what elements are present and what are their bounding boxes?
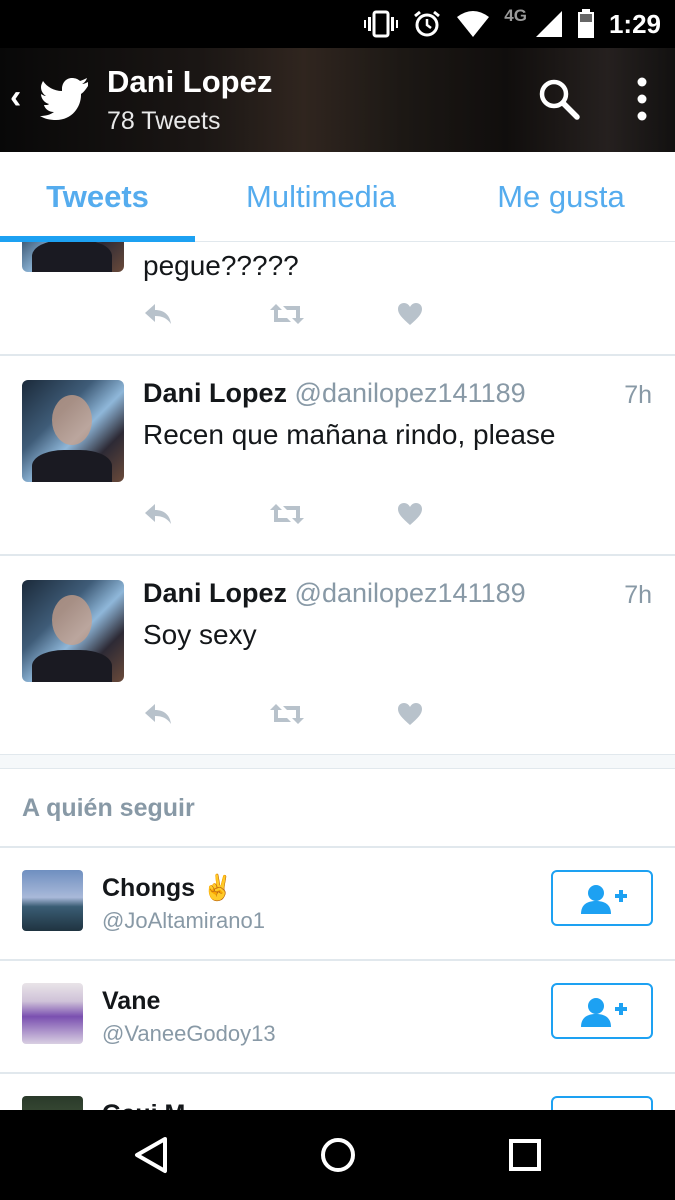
- status-bar: 4G 1:29: [0, 0, 675, 48]
- follow-button[interactable]: [551, 870, 653, 926]
- wifi-icon: [457, 11, 490, 37]
- avatar[interactable]: [22, 870, 83, 931]
- tweet-text: Soy sexy: [143, 619, 257, 650]
- reply-icon[interactable]: [143, 502, 173, 526]
- tweet-count: 78 Tweets: [107, 107, 221, 135]
- retweet-icon[interactable]: [269, 302, 305, 326]
- system-nav-bar: [0, 1110, 675, 1200]
- tweet-header: Dani Lopez @danilopez141189: [143, 578, 526, 609]
- retweet-icon[interactable]: [269, 702, 305, 726]
- vibrate-icon: [364, 10, 399, 38]
- follow-suggestion[interactable]: Chongs ✌ @JoAltamirano1: [0, 846, 675, 959]
- tweet-header: Dani Lopez @danilopez141189: [143, 378, 526, 409]
- tweet-time: 7h: [624, 381, 652, 409]
- tweet[interactable]: pegue?????: [0, 242, 675, 356]
- reply-icon[interactable]: [143, 702, 173, 726]
- follow-suggestion[interactable]: Gaui M: [0, 1072, 675, 1110]
- tweet-author-handle[interactable]: @danilopez141189: [295, 578, 526, 608]
- clock: 1:29: [608, 8, 661, 39]
- tweet-author-handle[interactable]: @danilopez141189: [295, 378, 526, 408]
- tweet-author-name[interactable]: Dani Lopez: [143, 378, 287, 408]
- tweet-author-name[interactable]: Dani Lopez: [143, 578, 287, 608]
- profile-header: ‹ Dani Lopez 78 Tweets: [0, 48, 675, 152]
- follow-button[interactable]: [551, 1096, 653, 1110]
- tab-me-gusta[interactable]: Me gusta: [447, 152, 675, 242]
- suggestion-handle[interactable]: @VaneeGodoy13: [102, 1021, 276, 1047]
- tab-tweets[interactable]: Tweets: [0, 152, 195, 242]
- twitter-bird-icon[interactable]: [40, 74, 90, 120]
- suggestion-handle[interactable]: @JoAltamirano1: [102, 908, 265, 934]
- tweet-actions: [143, 502, 443, 532]
- profile-name: Dani Lopez: [107, 64, 273, 99]
- tweet[interactable]: Dani Lopez @danilopez141189 7h Soy sexy: [0, 556, 675, 756]
- like-icon[interactable]: [397, 302, 423, 326]
- reply-icon[interactable]: [143, 302, 173, 326]
- avatar[interactable]: [22, 1096, 83, 1110]
- nav-home-icon[interactable]: [318, 1135, 358, 1175]
- tweet-text: pegue?????: [143, 250, 299, 281]
- section-divider: [0, 755, 675, 769]
- tweet-text: Recen que mañana rindo, please: [143, 419, 556, 450]
- tweet-feed[interactable]: pegue????? Dani Lopez @danilopez141189 7…: [0, 242, 675, 756]
- network-type: 4G: [504, 6, 527, 25]
- follow-icon: [581, 885, 627, 914]
- tab-multimedia[interactable]: Multimedia: [195, 152, 447, 242]
- alarm-icon: [414, 10, 441, 37]
- profile-tabs: Tweets Multimedia Me gusta: [0, 152, 675, 242]
- nav-recents-icon[interactable]: [507, 1135, 543, 1175]
- back-icon[interactable]: ‹: [10, 78, 21, 117]
- like-icon[interactable]: [397, 502, 423, 526]
- avatar[interactable]: [22, 983, 83, 1044]
- tweet-actions: [143, 302, 443, 332]
- search-icon[interactable]: [538, 78, 580, 120]
- suggestion-name[interactable]: Chongs ✌: [102, 874, 233, 903]
- suggestion-name[interactable]: Gaui M: [102, 1100, 185, 1110]
- avatar[interactable]: [22, 580, 124, 682]
- tweet[interactable]: Dani Lopez @danilopez141189 7h Recen que…: [0, 356, 675, 556]
- who-to-follow-title: A quién seguir: [22, 794, 195, 822]
- tweet-time: 7h: [624, 581, 652, 609]
- follow-button[interactable]: [551, 983, 653, 1039]
- retweet-icon[interactable]: [269, 502, 305, 526]
- follow-icon: [581, 998, 627, 1027]
- battery-icon: [577, 9, 594, 38]
- more-vertical-icon[interactable]: [630, 76, 654, 122]
- nav-back-icon[interactable]: [133, 1135, 169, 1175]
- avatar[interactable]: [22, 380, 124, 482]
- signal-icon: [535, 11, 562, 37]
- suggestion-name[interactable]: Vane: [102, 987, 160, 1016]
- like-icon[interactable]: [397, 702, 423, 726]
- tweet-actions: [143, 702, 443, 732]
- follow-suggestion[interactable]: Vane @VaneeGodoy13: [0, 959, 675, 1072]
